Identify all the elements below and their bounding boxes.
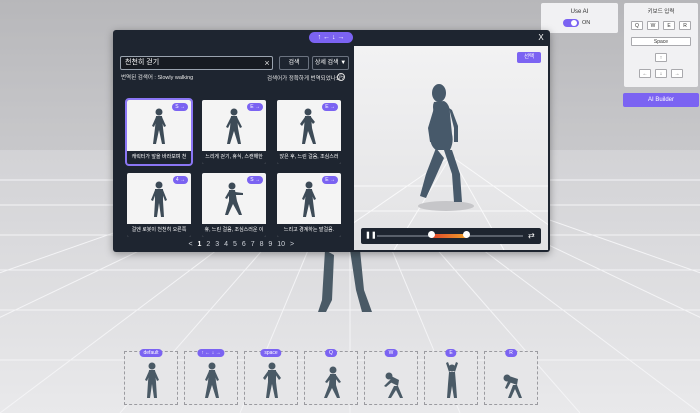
keyboard-panel: 키보드 입력 Q W E R Space ↑ ← ↓ → — [624, 3, 698, 87]
page-7[interactable]: 7 — [251, 241, 255, 248]
shelf-badge: E — [445, 349, 457, 357]
figure-icon — [225, 182, 243, 215]
figure-icon — [152, 108, 166, 144]
motion-preview[interactable]: 선택 ❚❚ ⇄ — [354, 46, 548, 250]
figure-icon — [145, 362, 159, 398]
timeline-range — [431, 234, 467, 238]
key-left[interactable]: ← — [639, 69, 651, 78]
motion-card[interactable]: E → 느리게 걷기, 휴식, 스캔해한 — [202, 100, 266, 164]
loop-icon[interactable]: ⇄ — [528, 231, 538, 241]
next-page[interactable]: > — [290, 241, 294, 248]
page-2[interactable]: 2 — [206, 241, 210, 248]
search-button[interactable]: 검색 — [279, 56, 309, 70]
use-ai-label: Use AI — [570, 9, 589, 15]
keyboard-title: 키보드 입력 — [647, 9, 675, 15]
motion-card[interactable]: S → 휴, 느린 걸음, 조심스러운 이 — [202, 173, 266, 237]
card-caption: 느리고 경계하는 발걸음. — [277, 224, 341, 237]
figure-icon — [446, 362, 458, 398]
key-down[interactable]: ↓ — [655, 69, 667, 78]
motion-card[interactable]: S → 캐릭터가 앞을 바라보며 천 — [125, 98, 193, 166]
shelf-badge: space — [260, 349, 282, 357]
card-caption: 휴, 느린 걸음, 조심스러운 이 — [202, 224, 266, 237]
range-end-handle[interactable] — [463, 231, 470, 238]
card-caption: 느리게 걷기, 휴식, 스캔해한 — [202, 151, 266, 164]
shelf-slot-w[interactable]: W — [364, 349, 418, 405]
key-w[interactable]: W — [647, 21, 659, 30]
toggle-state-label: ON — [582, 20, 591, 26]
figure-icon — [503, 374, 522, 398]
shelf-slot-arrows[interactable]: ↑ ← ↓ → — [184, 349, 238, 405]
page-10[interactable]: 10 — [277, 241, 285, 248]
timeline-bar[interactable]: ❚❚ ⇄ — [361, 228, 541, 244]
motion-card[interactable]: E → 느리고 경계하는 발걸음. — [277, 173, 341, 237]
key-up[interactable]: ↑ — [655, 53, 667, 62]
page-5[interactable]: 5 — [233, 241, 237, 248]
card-caption: 캐릭터가 앞을 바라보며 천 — [127, 151, 191, 164]
shelf-slot-r[interactable]: R — [484, 349, 538, 405]
key-space[interactable]: Space — [631, 37, 691, 46]
shelf-slot-e[interactable]: E — [424, 349, 478, 405]
pagination: < 1 2 3 4 5 6 7 8 9 10 > — [187, 241, 296, 248]
ai-builder-button[interactable]: AI Builder — [623, 93, 699, 107]
shelf-slot-space[interactable]: space — [244, 349, 298, 405]
search-input[interactable]: 천천히 걷기 — [120, 56, 273, 70]
prev-page[interactable]: < — [189, 241, 193, 248]
card-badge: E → — [247, 103, 263, 111]
card-badge: S → — [247, 176, 263, 184]
range-start-handle[interactable] — [428, 231, 435, 238]
shelf-badge: R — [505, 349, 517, 357]
card-caption: 앉은 후, 느린 걸음, 조심스러 — [277, 151, 341, 164]
shelf-slot-q[interactable]: Q — [304, 349, 358, 405]
figure-icon — [205, 362, 219, 398]
preview-scene — [354, 46, 548, 250]
figure-icon — [300, 108, 316, 144]
close-button[interactable]: X — [536, 33, 546, 43]
clear-icon[interactable]: × — [261, 56, 273, 70]
motion-card[interactable]: E → 앉은 후, 느린 걸음, 조심스러 — [277, 100, 341, 164]
page-9[interactable]: 9 — [268, 241, 272, 248]
shelf-badge: ↑ ← ↓ → — [197, 349, 225, 357]
advanced-search-button[interactable]: 상세 검색 ▼ — [312, 56, 349, 70]
key-right[interactable]: → — [671, 69, 683, 78]
info-icon[interactable]: ! — [337, 73, 345, 81]
card-caption: 걸엔 로봇이 천천히 오른쪽 — [127, 224, 191, 237]
figure-icon — [384, 372, 403, 398]
use-ai-toggle[interactable] — [563, 19, 579, 27]
viewport-3d[interactable]: Use AI ON 키보드 입력 Q W E R Space ↑ ← ↓ → A… — [0, 0, 700, 413]
figure-icon — [302, 181, 316, 217]
shelf-badge: Q — [325, 349, 337, 357]
shelf-badge: W — [384, 349, 398, 357]
card-badge: E → — [322, 103, 338, 111]
page-4[interactable]: 4 — [224, 241, 228, 248]
card-badge: S → — [172, 103, 188, 111]
motion-search-modal: ↑ ← ↓ → X 천천히 걷기 × 검색 상세 검색 ▼ 번역된 검색어 : … — [113, 30, 550, 252]
key-r[interactable]: R — [679, 21, 691, 30]
shelf-badge: default — [139, 349, 163, 357]
shelf-slot-default[interactable]: default — [124, 349, 178, 405]
key-e[interactable]: E — [663, 21, 675, 30]
use-ai-panel: Use AI ON — [541, 3, 618, 33]
select-button[interactable]: 선택 — [517, 52, 541, 63]
card-badge: 4 → — [172, 176, 188, 184]
figure-icon — [151, 181, 167, 217]
key-q[interactable]: Q — [631, 21, 643, 30]
page-1[interactable]: 1 — [198, 241, 202, 248]
page-3[interactable]: 3 — [215, 241, 219, 248]
translation-hint: 검색어가 정확하게 번역되었나요? — [267, 76, 344, 82]
figure-icon — [226, 108, 242, 144]
modal-tab[interactable]: ↑ ← ↓ → — [309, 32, 353, 43]
translated-query: 번역된 검색어 : Slowly walking — [121, 75, 194, 81]
toggle-knob — [571, 20, 577, 26]
page-6[interactable]: 6 — [242, 241, 246, 248]
card-badge: E → — [322, 176, 338, 184]
pause-icon[interactable]: ❚❚ — [365, 232, 377, 240]
figure-icon — [263, 362, 281, 398]
motion-card[interactable]: 4 → 걸엔 로봇이 천천히 오른쪽 — [127, 173, 191, 237]
figure-icon — [324, 366, 341, 398]
page-8[interactable]: 8 — [260, 241, 264, 248]
